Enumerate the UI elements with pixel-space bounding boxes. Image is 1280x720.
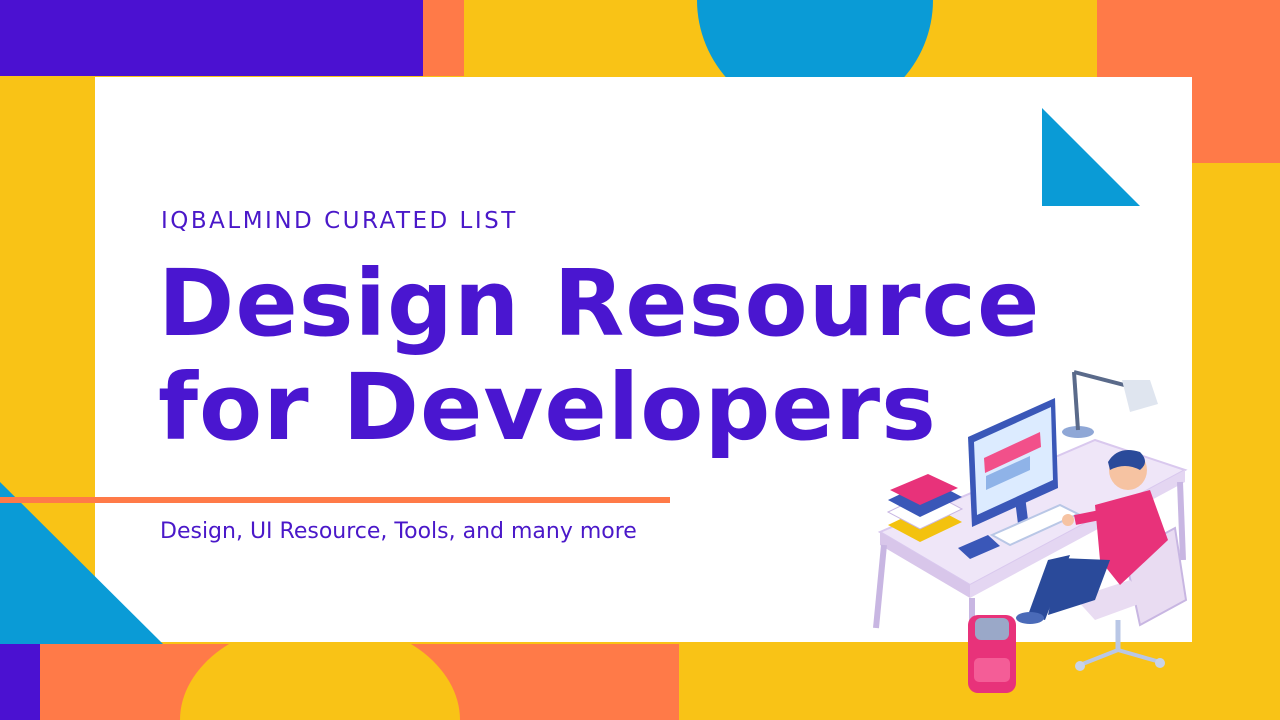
desk-lamp	[1062, 370, 1158, 438]
developer-at-desk-icon	[873, 370, 1188, 693]
backpack	[968, 615, 1016, 693]
